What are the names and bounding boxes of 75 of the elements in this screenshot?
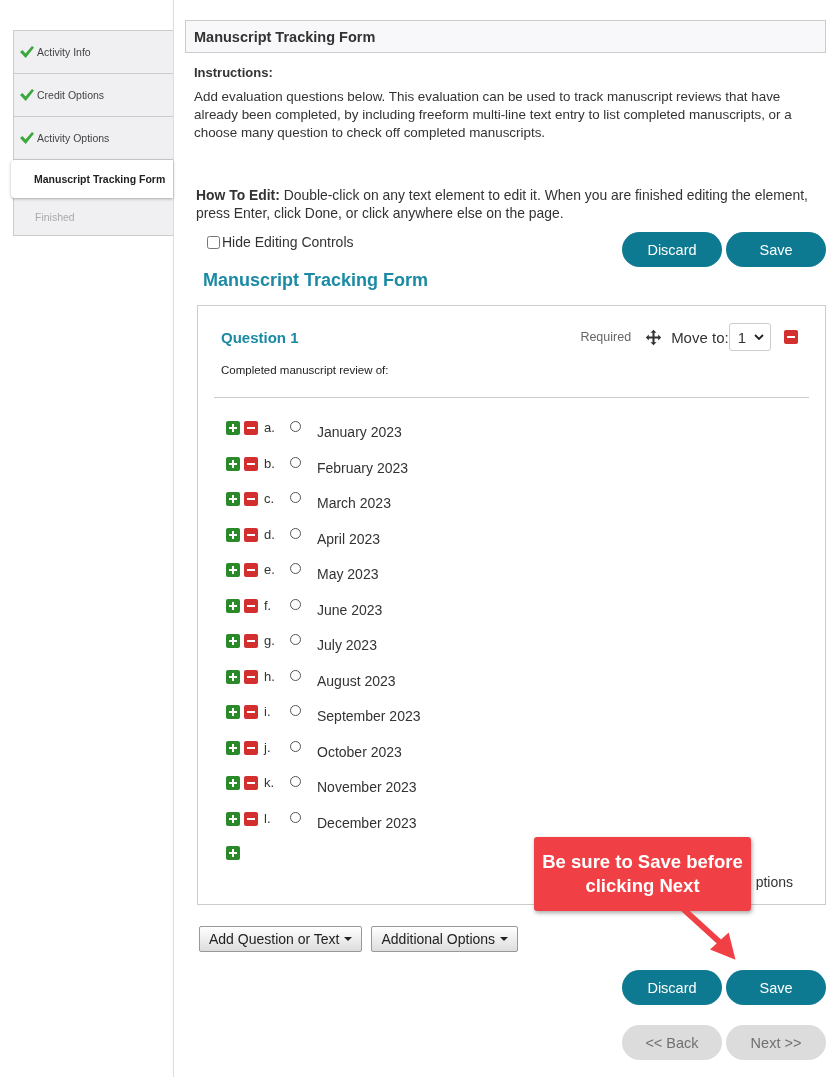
remove-option-icon[interactable] bbox=[244, 492, 258, 506]
option-letter: a. bbox=[264, 420, 276, 435]
add-option-icon[interactable] bbox=[226, 598, 240, 613]
add-option-icon[interactable] bbox=[226, 421, 240, 435]
move-icon[interactable] bbox=[645, 328, 663, 346]
question-title: Question 1 bbox=[221, 328, 299, 346]
add-option-icon[interactable] bbox=[226, 811, 240, 826]
remove-option-icon[interactable] bbox=[244, 705, 258, 719]
option-letter: l. bbox=[264, 810, 272, 826]
option-letter: c. bbox=[264, 491, 276, 506]
remove-option-icon[interactable] bbox=[244, 740, 258, 755]
required-toggle[interactable]: Required bbox=[580, 330, 632, 344]
add-option-icon[interactable] bbox=[226, 456, 240, 471]
option-label: June 2023 bbox=[317, 601, 383, 618]
instructions-heading: Instructions: bbox=[194, 65, 274, 80]
remove-option-icon[interactable] bbox=[244, 811, 258, 826]
add-option-icon[interactable] bbox=[226, 563, 240, 577]
option-letter: g. bbox=[264, 633, 276, 648]
hide-editing-checkbox[interactable] bbox=[207, 235, 220, 249]
remove-option-icon[interactable] bbox=[244, 421, 258, 435]
option-label: December 2023 bbox=[317, 814, 417, 831]
option-letter: b. bbox=[264, 455, 276, 471]
option-label: July 2023 bbox=[317, 637, 377, 653]
add-option-icon[interactable] bbox=[226, 669, 240, 684]
option-label: February 2023 bbox=[317, 459, 409, 476]
option-letter: k. bbox=[264, 775, 276, 790]
add-option-icon[interactable] bbox=[226, 846, 240, 860]
add-option-icon[interactable] bbox=[226, 527, 240, 542]
question-prompt: Completed manuscript review of: bbox=[221, 364, 390, 376]
add-option-icon[interactable] bbox=[226, 776, 240, 790]
option-label: September 2023 bbox=[317, 708, 421, 724]
additional-options-dropdown[interactable]: Additional Options bbox=[371, 926, 519, 952]
save-button[interactable]: Save bbox=[726, 970, 826, 1005]
move-to-select[interactable]: 1 bbox=[728, 323, 771, 351]
add-question-dropdown[interactable]: Add Question or Text bbox=[199, 926, 363, 952]
instructions-text: Add evaluation questions below. This evaluation can be used to track manuscript reviews that have already been completed, by including freeform multi-line text entry to list completed manuscripts, or a choose many question to check off completed manuscripts. bbox=[194, 88, 793, 142]
option-label: May 2023 bbox=[317, 566, 379, 582]
option-label: March 2023 bbox=[317, 495, 391, 511]
chevron-icon bbox=[754, 334, 764, 340]
sidebar-item[interactable]: Activity Info bbox=[14, 31, 173, 74]
option-label: April 2023 bbox=[317, 530, 381, 547]
remove-option-icon[interactable] bbox=[244, 456, 258, 471]
remove-icon[interactable] bbox=[784, 330, 798, 344]
callout-note: Be sure to Save before clicking Next bbox=[534, 837, 751, 911]
remove-option-icon[interactable] bbox=[244, 527, 258, 542]
option-letter: j. bbox=[264, 739, 272, 755]
option-letter: i. bbox=[264, 704, 272, 719]
options-link[interactable]: ptions bbox=[755, 874, 793, 890]
remove-option-icon[interactable] bbox=[244, 669, 258, 684]
move-to-label: Move to: bbox=[671, 328, 729, 346]
remove-option-icon[interactable] bbox=[244, 563, 258, 577]
remove-option-icon[interactable] bbox=[244, 634, 258, 648]
option-label: November 2023 bbox=[317, 779, 417, 795]
add-option-icon[interactable] bbox=[226, 705, 240, 719]
discard-button[interactable]: Discard bbox=[622, 970, 722, 1005]
option-letter: d. bbox=[264, 526, 276, 542]
save-button[interactable]: Save bbox=[726, 232, 826, 267]
option-label: October 2023 bbox=[317, 743, 402, 760]
form-title: Manuscript Tracking Form bbox=[203, 270, 430, 291]
option-letter: e. bbox=[264, 562, 276, 577]
how-to-edit-text: How To Edit: Double-click on any text element to edit it. When you are finished editing the element, press Enter, click Done, or click anywhere else on the page. bbox=[196, 186, 809, 222]
remove-option-icon[interactable] bbox=[244, 776, 258, 790]
hide-editing-label[interactable]: Hide Editing Controls bbox=[222, 234, 354, 250]
option-letter: f. bbox=[264, 597, 273, 613]
option-letter: h. bbox=[264, 668, 276, 684]
option-label: January 2023 bbox=[317, 424, 402, 440]
remove-option-icon[interactable] bbox=[244, 598, 258, 613]
add-option-icon[interactable] bbox=[226, 634, 240, 648]
sidebar-item[interactable]: Manuscript Tracking Form bbox=[11, 160, 173, 198]
page-title: Manuscript Tracking Form bbox=[194, 28, 376, 45]
sidebar-item[interactable]: Credit Options bbox=[14, 74, 173, 117]
option-label: August 2023 bbox=[317, 672, 396, 689]
add-option-icon[interactable] bbox=[226, 740, 240, 755]
add-option-icon[interactable] bbox=[226, 492, 240, 506]
discard-button[interactable]: Discard bbox=[622, 232, 722, 267]
